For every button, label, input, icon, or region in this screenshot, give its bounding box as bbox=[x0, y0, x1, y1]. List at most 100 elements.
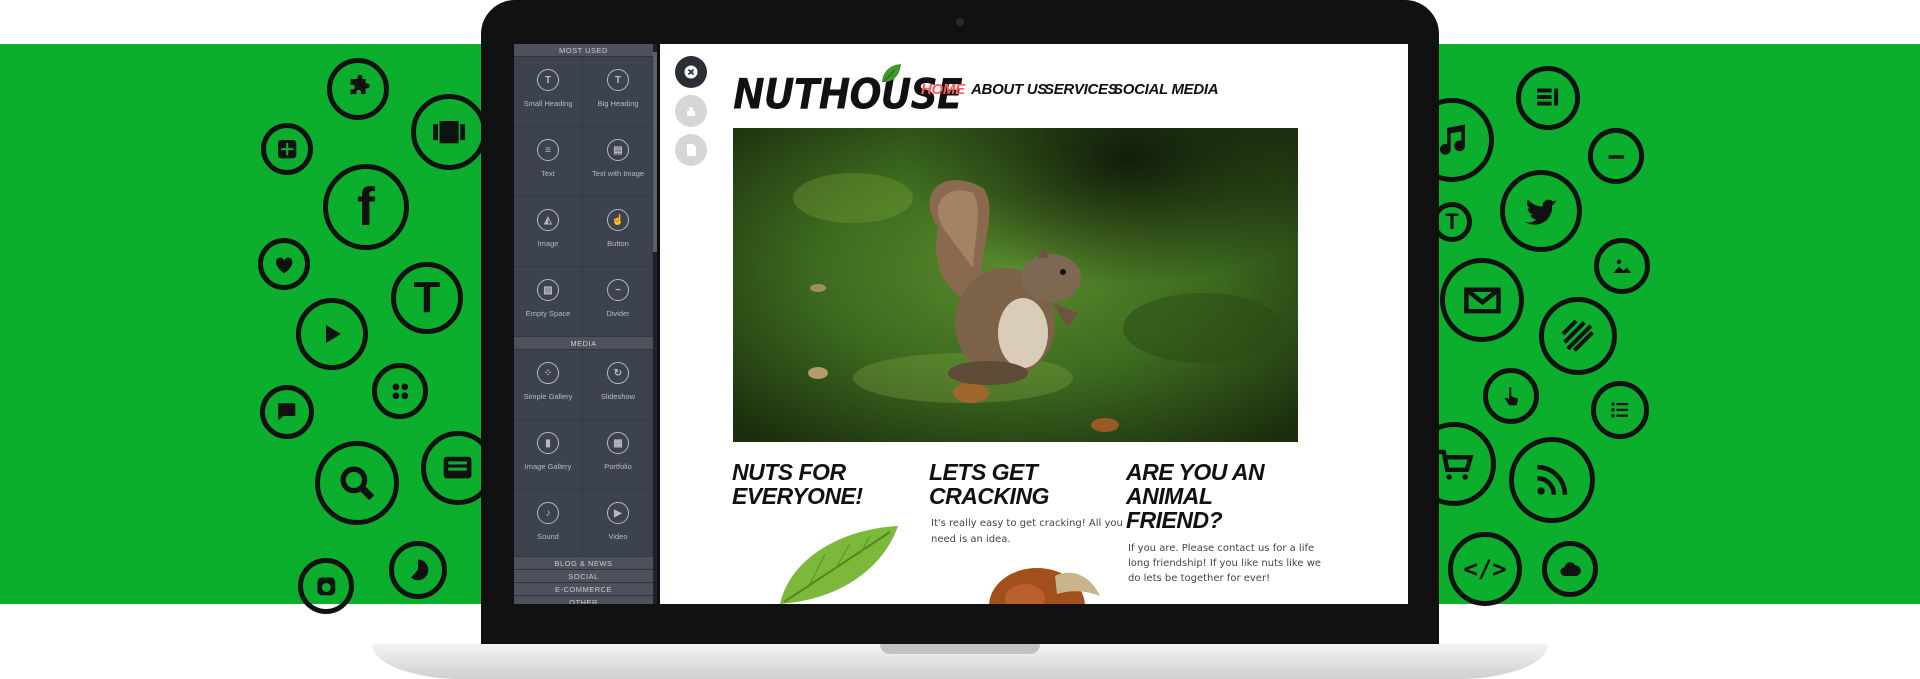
col2-text-line2: need is an idea. bbox=[931, 534, 1011, 545]
mail-icon bbox=[1440, 258, 1524, 342]
element-button[interactable]: ☝ Button bbox=[584, 197, 653, 267]
pie-chart-icon bbox=[389, 541, 447, 599]
image-icon bbox=[1594, 238, 1650, 294]
col1-title-line1: NUTS FOR bbox=[732, 459, 846, 485]
cloud-icon bbox=[1542, 541, 1598, 597]
pointer-icon bbox=[1483, 368, 1539, 424]
col1-title-line2: EVERYONE! bbox=[732, 483, 863, 509]
heart-icon bbox=[258, 238, 310, 290]
empty-space-icon: ▨ bbox=[537, 279, 559, 301]
theme-icon bbox=[687, 107, 695, 116]
code-icon: </> bbox=[1448, 532, 1522, 606]
element-label: Portfolio bbox=[604, 462, 632, 471]
minus-icon bbox=[1588, 128, 1644, 184]
element-label: Button bbox=[607, 239, 629, 248]
leaf-icon bbox=[882, 64, 901, 83]
hero-squirrel-image bbox=[733, 128, 1298, 442]
col2-title-line2: CRACKING bbox=[929, 483, 1049, 509]
hazelnut-image bbox=[989, 568, 1100, 604]
element-text-with-image[interactable]: ▤ Text with Image bbox=[584, 127, 653, 197]
list-icon bbox=[1591, 381, 1649, 439]
col3-text-line1: If you are. Please contact us for a life bbox=[1128, 543, 1315, 554]
laptop-screen: MOST USED T Small Heading T Big Heading ≡ T… bbox=[514, 44, 1408, 604]
element-text[interactable]: ≡ Text bbox=[514, 127, 583, 197]
col3-text-line3: do lets be together for ever! bbox=[1128, 573, 1271, 584]
section-blog-news[interactable]: BLOG & NEWS bbox=[514, 557, 653, 570]
plus-icon bbox=[261, 123, 313, 175]
play-icon bbox=[296, 298, 368, 370]
element-simple-gallery[interactable]: ⁘ Simple Gallery bbox=[514, 350, 583, 420]
section-media[interactable]: MEDIA bbox=[514, 337, 653, 350]
comment-icon bbox=[260, 385, 314, 439]
search-icon bbox=[315, 441, 399, 525]
text-with-image-icon: ▤ bbox=[607, 139, 629, 161]
button-icon: ☝ bbox=[607, 209, 629, 231]
nav-home[interactable]: HOME bbox=[921, 81, 965, 98]
element-label: Text bbox=[541, 169, 555, 178]
video-icon: ▶ bbox=[607, 502, 629, 524]
article-icon bbox=[1516, 66, 1580, 130]
camera-icon bbox=[956, 18, 964, 26]
element-image[interactable]: ◭ Image bbox=[514, 197, 583, 267]
site-preview: NUTHOUSE HOME ABOUT US SERVICES SOCIAL M… bbox=[660, 44, 1408, 604]
portfolio-icon: ▦ bbox=[607, 432, 629, 454]
section-other[interactable]: OTHER bbox=[514, 596, 653, 604]
element-label: Small Heading bbox=[523, 99, 573, 108]
big-heading-icon: T bbox=[607, 69, 629, 91]
element-small-heading[interactable]: T Small Heading bbox=[514, 57, 583, 127]
element-video[interactable]: ▶ Video bbox=[584, 490, 653, 557]
rss-icon bbox=[1509, 437, 1595, 523]
nav-about-us[interactable]: ABOUT US bbox=[971, 81, 1047, 98]
col2-text-line1: It's really easy to get cracking! All yo… bbox=[931, 518, 1123, 529]
col3-title-line2: ANIMAL bbox=[1126, 483, 1213, 509]
element-label: Slideshow bbox=[600, 392, 636, 401]
section-social[interactable]: SOCIAL bbox=[514, 570, 653, 583]
divider-icon: − bbox=[607, 279, 629, 301]
stripes-icon bbox=[1539, 297, 1617, 375]
sound-icon: ♪ bbox=[537, 502, 559, 524]
theme-button[interactable] bbox=[675, 95, 707, 127]
image-icon: ◭ bbox=[537, 209, 559, 231]
element-label: Image bbox=[537, 239, 559, 248]
puzzle-icon bbox=[327, 58, 389, 120]
element-sound[interactable]: ♪ Sound bbox=[514, 490, 583, 557]
element-slideshow[interactable]: ↻ Slideshow bbox=[584, 350, 653, 420]
element-label: Text with Image bbox=[591, 169, 645, 178]
nav-services[interactable]: SERVICES bbox=[1044, 81, 1118, 98]
twitter-icon bbox=[1500, 170, 1582, 252]
section-ecommerce[interactable]: E-COMMERCE bbox=[514, 583, 653, 596]
page-button[interactable] bbox=[675, 134, 707, 166]
instagram-icon bbox=[298, 558, 354, 614]
section-most-used[interactable]: MOST USED bbox=[514, 44, 653, 57]
element-label: Divider bbox=[606, 309, 630, 318]
element-panel: MOST USED T Small Heading T Big Heading ≡ T… bbox=[514, 44, 654, 604]
element-portfolio[interactable]: ▦ Portfolio bbox=[584, 420, 653, 490]
col2-title-line1: LETS GET bbox=[929, 459, 1038, 485]
small-heading-icon: T bbox=[537, 69, 559, 91]
col3-title-line1: ARE YOU AN bbox=[1126, 459, 1265, 485]
gallery-circle-icon bbox=[411, 94, 487, 170]
text-t-icon: T bbox=[391, 262, 463, 334]
element-label: Video bbox=[608, 532, 628, 541]
element-image-gallery[interactable]: ▮ Image Gallery bbox=[514, 420, 583, 490]
element-label: Simple Gallery bbox=[523, 392, 573, 401]
element-label: Big Heading bbox=[597, 99, 639, 108]
page-icon bbox=[687, 144, 696, 156]
element-big-heading[interactable]: T Big Heading bbox=[584, 57, 653, 127]
text-icon: ≡ bbox=[537, 139, 559, 161]
nav-social-media[interactable]: SOCIAL MEDIA bbox=[1113, 81, 1219, 98]
element-label: Empty Space bbox=[525, 309, 571, 318]
slideshow-icon: ↻ bbox=[607, 362, 629, 384]
col3-title-line3: FRIEND? bbox=[1126, 507, 1223, 533]
element-empty-space[interactable]: ▨ Empty Space bbox=[514, 267, 583, 337]
element-divider[interactable]: − Divider bbox=[584, 267, 653, 337]
laptop-notch bbox=[880, 644, 1040, 654]
leaf-image bbox=[780, 526, 898, 604]
element-label: Image Gallery bbox=[524, 462, 572, 471]
close-icon bbox=[684, 65, 698, 79]
simple-gallery-icon: ⁘ bbox=[537, 362, 559, 384]
col3-text-line2: long friendship! If you like nuts like w… bbox=[1128, 558, 1322, 569]
element-label: Sound bbox=[537, 532, 559, 541]
grid-icon bbox=[372, 363, 428, 419]
close-button[interactable] bbox=[675, 56, 707, 88]
